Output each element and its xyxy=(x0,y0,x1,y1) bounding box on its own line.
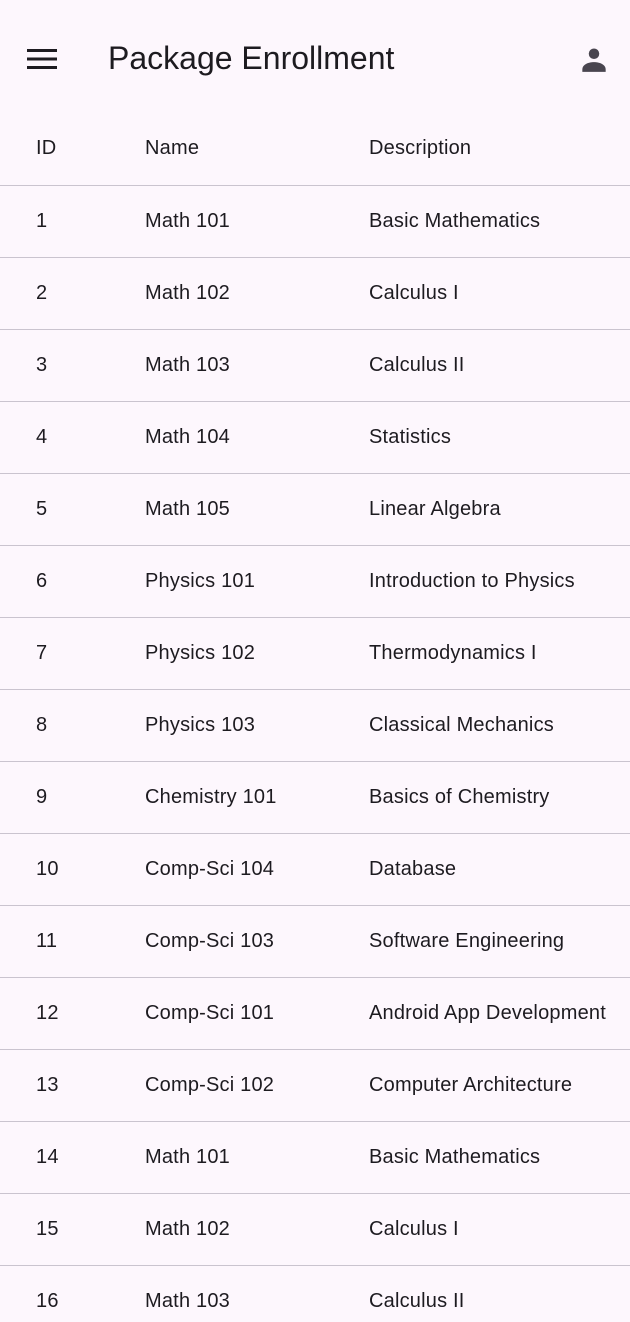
column-header-name[interactable]: Name xyxy=(145,112,199,185)
table-row[interactable]: 14 Math 101 Basic Mathematics xyxy=(0,1122,630,1194)
cell-name: Math 103 xyxy=(145,354,230,376)
table-row[interactable]: 1 Math 101 Basic Mathematics xyxy=(0,186,630,258)
cell-name: Physics 101 xyxy=(145,570,256,592)
cell-id: 16 xyxy=(36,1290,59,1312)
table-row[interactable]: 3 Math 103 Calculus II xyxy=(0,330,630,402)
table-row[interactable]: 11 Comp-Sci 103 Software Engineering xyxy=(0,906,630,978)
cell-id: 1 xyxy=(36,210,48,232)
cell-description: Calculus II xyxy=(369,1290,465,1312)
app-screen: Package Enrollment ID Name Description 1… xyxy=(0,0,630,1322)
cell-description: Classical Mechanics xyxy=(369,714,554,736)
cell-description: Statistics xyxy=(369,426,452,448)
cell-description: Linear Algebra xyxy=(369,498,501,520)
cell-description: Introduction to Physics xyxy=(369,570,575,592)
cell-name: Physics 103 xyxy=(145,714,256,736)
cell-description: Basics of Chemistry xyxy=(369,786,550,808)
cell-name: Math 103 xyxy=(145,1290,230,1312)
cell-name: Math 102 xyxy=(145,1218,230,1240)
cell-id: 14 xyxy=(36,1146,59,1168)
cell-description: Basic Mathematics xyxy=(369,1146,541,1168)
cell-description: Computer Architecture xyxy=(369,1074,573,1096)
cell-description: Database xyxy=(369,858,457,880)
cell-id: 6 xyxy=(36,570,48,592)
cell-name: Math 105 xyxy=(145,498,230,520)
cell-name: Comp-Sci 101 xyxy=(145,1002,275,1024)
table-row[interactable]: 9 Chemistry 101 Basics of Chemistry xyxy=(0,762,630,834)
cell-name: Physics 102 xyxy=(145,642,256,664)
cell-id: 8 xyxy=(36,714,48,736)
cell-id: 13 xyxy=(36,1074,59,1096)
table-row[interactable]: 6 Physics 101 Introduction to Physics xyxy=(0,546,630,618)
cell-id: 4 xyxy=(36,426,48,448)
page-title: Package Enrollment xyxy=(108,40,395,76)
table-body: 1 Math 101 Basic Mathematics 2 Math 102 Calcu… xyxy=(0,186,630,1322)
menu-icon xyxy=(27,49,57,69)
cell-name: Math 104 xyxy=(145,426,230,448)
column-header-description[interactable]: Description xyxy=(369,112,471,185)
table-row[interactable]: 12 Comp-Sci 101 Android App Development xyxy=(0,978,630,1050)
cell-name: Chemistry 101 xyxy=(145,786,277,808)
cell-description: Thermodynamics I xyxy=(369,642,537,664)
menu-button[interactable] xyxy=(22,39,62,79)
table-row[interactable]: 2 Math 102 Calculus I xyxy=(0,258,630,330)
cell-name: Comp-Sci 102 xyxy=(145,1074,275,1096)
cell-id: 10 xyxy=(36,858,59,880)
cell-name: Math 102 xyxy=(145,282,230,304)
table-row[interactable]: 16 Math 103 Calculus II xyxy=(0,1266,630,1322)
table-row[interactable]: 8 Physics 103 Classical Mechanics xyxy=(0,690,630,762)
table-row[interactable]: 15 Math 102 Calculus I xyxy=(0,1194,630,1266)
table-row[interactable]: 5 Math 105 Linear Algebra xyxy=(0,474,630,546)
cell-id: 5 xyxy=(36,498,48,520)
cell-id: 9 xyxy=(36,786,48,808)
cell-description: Software Engineering xyxy=(369,930,565,952)
cell-id: 11 xyxy=(36,930,58,952)
cell-id: 2 xyxy=(36,282,48,304)
cell-id: 7 xyxy=(36,642,48,664)
cell-name: Math 101 xyxy=(145,1146,230,1168)
table-row[interactable]: 4 Math 104 Statistics xyxy=(0,402,630,474)
table-row[interactable]: 10 Comp-Sci 104 Database xyxy=(0,834,630,906)
cell-description: Calculus II xyxy=(369,354,465,376)
table-row[interactable]: 7 Physics 102 Thermodynamics I xyxy=(0,618,630,690)
column-header-id[interactable]: ID xyxy=(36,112,56,185)
account-icon xyxy=(582,48,606,72)
cell-name: Comp-Sci 104 xyxy=(145,858,275,880)
cell-name: Math 101 xyxy=(145,210,230,232)
cell-description: Basic Mathematics xyxy=(369,210,541,232)
cell-id: 12 xyxy=(36,1002,59,1024)
cell-id: 15 xyxy=(36,1218,59,1240)
enrollment-table: ID Name Description 1 Math 101 Basic Mathe… xyxy=(0,112,630,1322)
account-button[interactable] xyxy=(574,39,614,79)
cell-description: Calculus I xyxy=(369,1218,459,1240)
cell-description: Android App Development xyxy=(369,1002,606,1024)
cell-id: 3 xyxy=(36,354,48,376)
app-bar: Package Enrollment xyxy=(0,0,630,112)
table-header-row: ID Name Description xyxy=(0,112,630,186)
table-row[interactable]: 13 Comp-Sci 102 Computer Architecture xyxy=(0,1050,630,1122)
cell-description: Calculus I xyxy=(369,282,459,304)
cell-name: Comp-Sci 103 xyxy=(145,930,275,952)
